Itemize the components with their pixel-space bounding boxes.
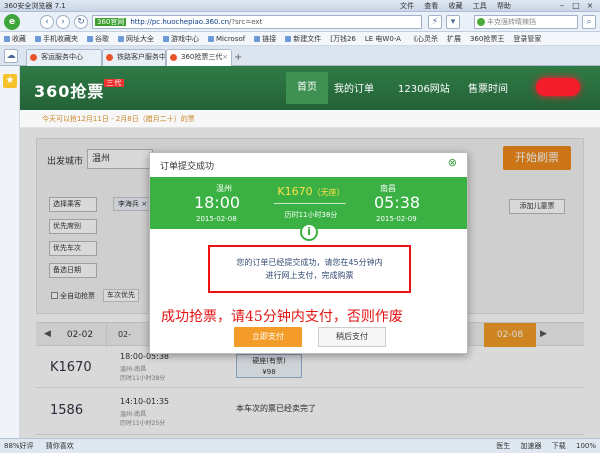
folder-icon bbox=[285, 35, 292, 42]
logo-badge: 三代 bbox=[104, 79, 125, 87]
zoom-level[interactable]: 100% bbox=[576, 442, 596, 450]
refresh-icon[interactable]: ↻ bbox=[74, 15, 88, 29]
payment-message: 您的订单已经提交成功，请您在45分钟内 进行网上支付，完成购票 bbox=[208, 245, 411, 293]
doctor-status[interactable]: 医生 bbox=[496, 442, 510, 450]
folder-icon bbox=[35, 35, 41, 42]
address-site-tag: 360官网 bbox=[95, 18, 127, 26]
search-input[interactable]: 丰克强转睛辣挡 bbox=[474, 15, 578, 29]
page-icon bbox=[118, 35, 124, 42]
site-header: 360抢票 三代 首页 我的订单 12306网站 售票时间 bbox=[20, 66, 600, 110]
bookmark-item[interactable]: 链接 bbox=[254, 34, 276, 44]
info-icon: i bbox=[300, 223, 318, 241]
bookmark-item[interactable]: Microsof bbox=[208, 35, 245, 43]
bookmarks-bar: 收藏 手机收藏夹 谷歌 网址大全 游戏中心 Microsof 链接 新建文件 [… bbox=[0, 32, 600, 46]
download-status[interactable]: 下载 bbox=[552, 442, 566, 450]
site-favicon-icon bbox=[30, 54, 37, 61]
sale-notice: 今天可以抢12月11日 - 2月8日（腊月二十）的票 bbox=[20, 110, 600, 128]
bookmark-item[interactable]: 谷歌 bbox=[87, 34, 109, 44]
departure-time: 18:00 bbox=[194, 193, 241, 212]
search-placeholder: 丰克强转睛辣挡 bbox=[487, 18, 536, 26]
bookmark-item[interactable]: 游戏中心 bbox=[163, 34, 199, 44]
bookmark-item[interactable]: 新建文件 bbox=[285, 34, 321, 44]
menu-help[interactable]: 帮助 bbox=[497, 2, 511, 10]
dropdown-icon[interactable]: ▾ bbox=[446, 15, 460, 29]
menu-view[interactable]: 查看 bbox=[424, 2, 438, 10]
recommend-status[interactable]: 猜你喜欢 bbox=[46, 442, 74, 450]
browser-status-bar: 88%好评 猜你喜欢 医生 加速器 下载 100% bbox=[0, 438, 600, 453]
pay-later-button[interactable]: 稍后支付 bbox=[318, 327, 386, 347]
tab-360-ticket[interactable]: 360抢票三代 × bbox=[166, 49, 232, 66]
bookmark-item[interactable]: 《心灵杀 bbox=[410, 34, 438, 44]
bookmark-item[interactable]: 360抢票王 bbox=[470, 34, 504, 44]
browser-menu: 文件 查看 收藏 工具 帮助 bbox=[400, 1, 519, 11]
payment-message-line: 进行网上支付，完成购票 bbox=[265, 271, 354, 280]
browser-nav-bar: e ‹ › ↻ 360官网 http://pc.huochepiao.360.cn… bbox=[0, 12, 600, 32]
folder-icon bbox=[208, 35, 214, 42]
site-favicon-icon bbox=[170, 54, 177, 61]
browser-logo-icon[interactable]: e bbox=[4, 14, 20, 30]
star-icon bbox=[4, 35, 10, 42]
bookmark-item[interactable]: 收藏 bbox=[4, 34, 26, 44]
search-engine-icon bbox=[477, 18, 485, 26]
address-rest: /?src=ext bbox=[229, 18, 263, 26]
bookmark-item[interactable]: 网址大全 bbox=[118, 34, 154, 44]
payment-message-line: 您的订单已经提交成功，请您在45分钟内 bbox=[236, 258, 383, 267]
address-bar[interactable]: 360官网 http://pc.huochepiao.360.cn/?src=ex… bbox=[92, 15, 422, 29]
favorites-star-icon[interactable]: ★ bbox=[3, 74, 17, 88]
site-favicon-icon bbox=[106, 54, 113, 61]
nav-12306[interactable]: 12306网站 bbox=[398, 80, 450, 95]
pay-now-button[interactable]: 立即支付 bbox=[234, 327, 302, 347]
browser-title: 360安全浏览器 7.1 bbox=[4, 2, 66, 10]
trip-summary-band: 温州 18:00 2015-02-08 K1670（无座） 历时11小时38分 … bbox=[150, 177, 467, 229]
close-tab-icon[interactable]: × bbox=[222, 50, 228, 65]
folder-icon bbox=[254, 35, 261, 42]
accelerator-status[interactable]: 加速器 bbox=[521, 442, 542, 450]
rating-status[interactable]: 88%好评 bbox=[4, 442, 34, 450]
logo-text: 360抢票 bbox=[34, 82, 105, 101]
route-line bbox=[274, 203, 346, 204]
nav-home[interactable]: 首页 bbox=[286, 72, 328, 104]
back-icon[interactable]: ‹ bbox=[40, 15, 54, 29]
gamepad-icon bbox=[163, 35, 169, 42]
menu-favorites[interactable]: 收藏 bbox=[448, 2, 462, 10]
forward-icon[interactable]: › bbox=[56, 15, 70, 29]
bookmark-item[interactable]: 扩展 bbox=[447, 34, 461, 44]
arrival-date: 2015-02-09 bbox=[376, 215, 417, 223]
bolt-icon[interactable]: ⚡ bbox=[428, 15, 442, 29]
new-tab-icon[interactable]: + bbox=[234, 52, 242, 63]
close-icon[interactable]: ⊗ bbox=[448, 156, 457, 169]
browser-sidebar: ★ bbox=[0, 66, 20, 438]
close-window-icon[interactable]: × bbox=[583, 0, 597, 11]
trip-duration: 历时11小时38分 bbox=[284, 211, 338, 219]
nav-sale-time[interactable]: 售票时间 bbox=[468, 80, 508, 95]
tab-railway-service[interactable]: 铁路客户服务中心 bbox=[102, 49, 166, 66]
seat-note: （无座） bbox=[312, 188, 345, 197]
menu-file[interactable]: 文件 bbox=[400, 2, 414, 10]
bookmark-item[interactable]: LE 电W0-A bbox=[365, 34, 401, 44]
tab-passenger-service[interactable]: 客运服务中心 bbox=[26, 49, 102, 66]
browser-title-bar: 360安全浏览器 7.1 文件 查看 收藏 工具 帮助 – □ × bbox=[0, 0, 600, 12]
cloud-icon[interactable]: ☁ bbox=[4, 49, 18, 63]
overlay-caption: 成功抢票，请45分钟内支付，否则作废 bbox=[161, 309, 403, 325]
dialog-title: 订单提交成功 bbox=[160, 162, 215, 172]
site-logo[interactable]: 360抢票 三代 bbox=[34, 78, 125, 102]
bookmark-item[interactable]: [万钱26 bbox=[330, 34, 356, 44]
nav-my-orders[interactable]: 我的订单 bbox=[334, 80, 374, 95]
bookmark-item[interactable]: 手机收藏夹 bbox=[35, 34, 78, 44]
redacted-user-avatar[interactable] bbox=[536, 78, 580, 96]
maximize-icon[interactable]: □ bbox=[569, 0, 583, 11]
departure-date: 2015-02-08 bbox=[196, 215, 237, 223]
arrival-time: 05:38 bbox=[374, 193, 421, 212]
page-icon bbox=[87, 35, 93, 42]
address-host: http://pc.huochepiao.360.cn bbox=[130, 18, 230, 26]
minimize-icon[interactable]: – bbox=[555, 0, 569, 11]
tab-bar: ☁ 客运服务中心 铁路客户服务中心 360抢票三代 × + bbox=[0, 46, 600, 66]
train-number: K1670（无座） bbox=[277, 185, 345, 198]
search-icon[interactable]: ⌕ bbox=[582, 15, 596, 29]
menu-tools[interactable]: 工具 bbox=[473, 2, 487, 10]
bookmark-item[interactable]: 登录管家 bbox=[513, 34, 541, 44]
